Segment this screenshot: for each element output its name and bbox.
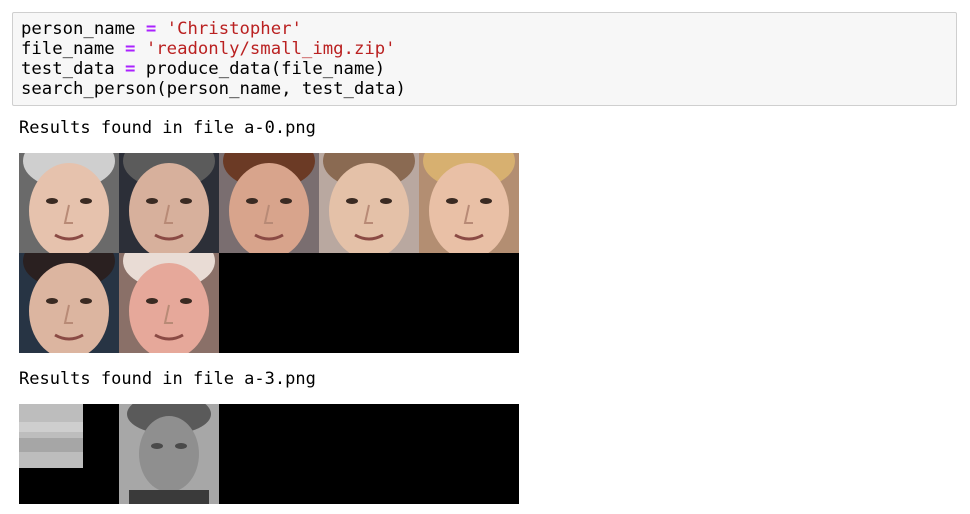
string-literal: 'readonly/small_img.zip'	[145, 39, 396, 59]
assign-operator: =	[145, 19, 157, 39]
notebook-page: person_name = 'Christopher' file_name = …	[0, 0, 970, 514]
code-line-test-data: test_data = produce_data(file_name)	[21, 59, 948, 79]
face-thumbnail-icon	[219, 153, 319, 253]
code-cell[interactable]: person_name = 'Christopher' file_name = …	[12, 12, 957, 106]
variable-name: file_name	[21, 39, 115, 59]
face-thumbnail-icon	[119, 153, 219, 253]
string-literal: 'Christopher'	[166, 19, 302, 39]
output-label-a3: Results found in file a-3.png	[19, 369, 316, 389]
code-line-person-name: person_name = 'Christopher'	[21, 19, 948, 39]
variable-name: test_data	[21, 59, 115, 79]
face-thumbnail-icon	[19, 253, 119, 353]
code-line-search-person: search_person(person_name, test_data)	[21, 79, 948, 99]
face-thumbnail-icon	[119, 253, 219, 353]
blurred-face-thumbnail-icon	[19, 404, 119, 504]
assign-operator: =	[125, 39, 136, 59]
function-call: produce_data(file_name)	[145, 59, 386, 79]
face-thumbnail-icon	[319, 153, 419, 253]
output-label-a0: Results found in file a-0.png	[19, 118, 316, 138]
assign-operator: =	[125, 59, 136, 79]
blurred-face-thumbnail-icon	[119, 404, 219, 504]
face-thumbnail-icon	[419, 153, 519, 253]
function-call: search_person(person_name, test_data)	[21, 79, 406, 99]
face-grid-a0	[19, 153, 519, 353]
face-grid-a3	[19, 404, 519, 504]
face-thumbnail-icon	[19, 153, 119, 253]
code-line-file-name: file_name = 'readonly/small_img.zip'	[21, 39, 948, 59]
variable-name: person_name	[21, 19, 136, 39]
